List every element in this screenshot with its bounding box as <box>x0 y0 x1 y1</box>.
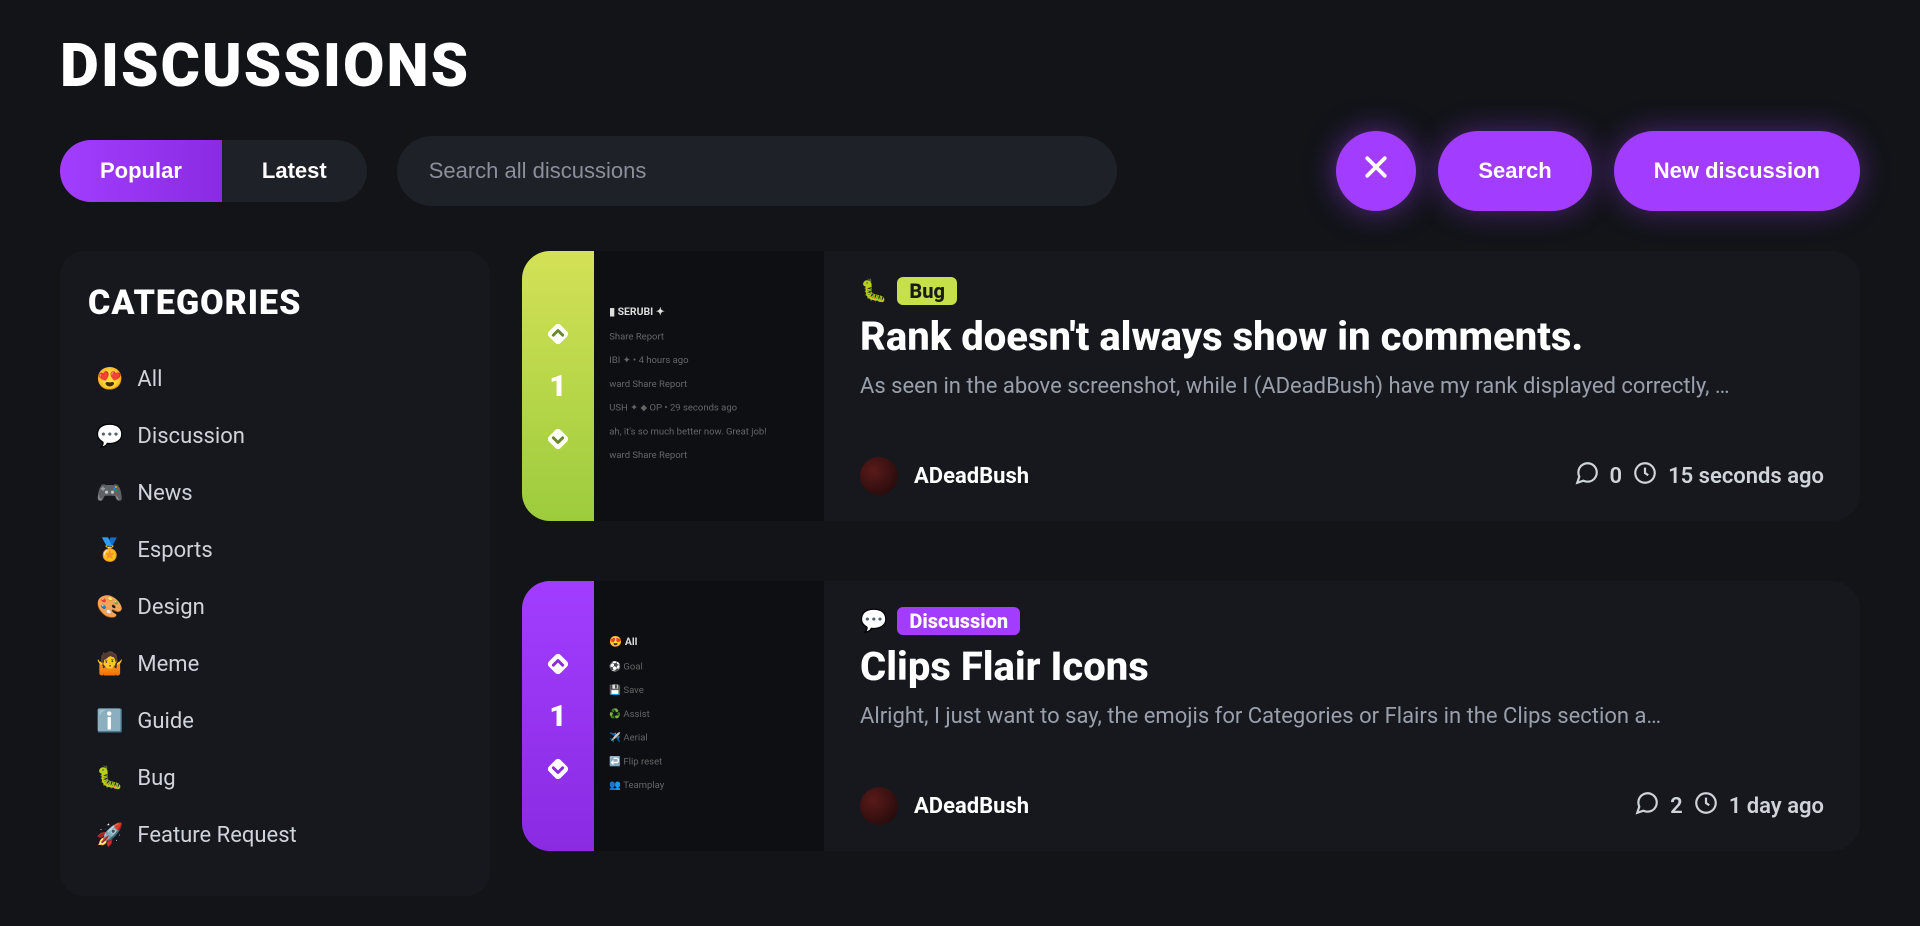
category-emoji: 💬 <box>96 424 123 449</box>
clear-search-button[interactable] <box>1336 131 1416 211</box>
category-emoji: 🎮 <box>96 481 123 506</box>
tab-popular[interactable]: Popular <box>60 140 222 202</box>
category-label: Discussion <box>137 424 245 449</box>
page-title: DISCUSSIONS <box>60 30 1860 101</box>
category-item[interactable]: ℹ️ Guide <box>88 693 462 750</box>
category-item[interactable]: 🏅 Esports <box>88 522 462 579</box>
tag-row: 🐛 Bug <box>860 277 1824 305</box>
search-button[interactable]: Search <box>1438 131 1591 211</box>
search-input[interactable] <box>397 136 1117 206</box>
category-label: Esports <box>137 538 212 563</box>
sidebar-title: CATEGORIES <box>88 283 462 323</box>
category-emoji: 😍 <box>96 367 123 392</box>
meta-right: 0 15 seconds ago <box>1574 460 1825 492</box>
discussion-list: 1 ▮ SERUBI ✦Share ReportIBI ✦ • 4 hours a… <box>522 251 1860 896</box>
category-item[interactable]: 🚀 Feature Request <box>88 807 462 864</box>
close-icon <box>1361 152 1391 190</box>
category-label: News <box>137 481 192 506</box>
tab-latest[interactable]: Latest <box>222 140 367 202</box>
category-badge[interactable]: Discussion <box>897 607 1020 635</box>
action-buttons: Search New discussion <box>1336 131 1860 211</box>
clock-icon <box>1693 790 1719 822</box>
category-label: Feature Request <box>137 823 296 848</box>
category-item[interactable]: 🎨 Design <box>88 579 462 636</box>
comment-count: 2 <box>1670 794 1683 819</box>
meta-right: 2 1 day ago <box>1634 790 1824 822</box>
sort-tabs: Popular Latest <box>60 140 367 202</box>
category-emoji: ℹ️ <box>96 709 123 734</box>
category-emoji: 🐛 <box>96 766 123 791</box>
comment-icon <box>1634 790 1660 822</box>
upvote-button[interactable] <box>543 319 573 349</box>
post-excerpt: Alright, I just want to say, the emojis … <box>860 704 1824 729</box>
post-body: 💬 Discussion Clips Flair Icons Alright, I j… <box>824 581 1860 851</box>
discussion-card[interactable]: 1 😍 All⚽ Goal💾 Save♻️ Assist✈️ Aerial↩️ F… <box>522 581 1860 851</box>
vote-score: 1 <box>549 369 566 404</box>
category-emoji: 🎨 <box>96 595 123 620</box>
category-label: Guide <box>137 709 194 734</box>
tag-emoji: 🐛 <box>860 279 887 304</box>
category-label: Meme <box>137 652 199 677</box>
category-emoji: 🏅 <box>96 538 123 563</box>
comment-count: 0 <box>1610 464 1623 489</box>
author-avatar[interactable] <box>860 457 898 495</box>
discussion-card[interactable]: 1 ▮ SERUBI ✦Share ReportIBI ✦ • 4 hours a… <box>522 251 1860 521</box>
vote-score: 1 <box>549 699 566 734</box>
post-thumbnail: ▮ SERUBI ✦Share ReportIBI ✦ • 4 hours ag… <box>594 251 824 521</box>
post-title[interactable]: Rank doesn't always show in comments. <box>860 313 1824 360</box>
search-wrap <box>397 136 1117 206</box>
categories-sidebar: CATEGORIES 😍 All 💬 Discussion 🎮 News 🏅 Esports 🎨… <box>60 251 490 896</box>
author-avatar[interactable] <box>860 787 898 825</box>
downvote-button[interactable] <box>543 754 573 784</box>
category-item[interactable]: 🎮 News <box>88 465 462 522</box>
post-meta: ADeadBush 2 1 day ago <box>860 787 1824 825</box>
post-body: 🐛 Bug Rank doesn't always show in comments… <box>824 251 1860 521</box>
category-item[interactable]: 💬 Discussion <box>88 408 462 465</box>
tag-row: 💬 Discussion <box>860 607 1824 635</box>
clock-icon <box>1632 460 1658 492</box>
post-time: 15 seconds ago <box>1668 464 1824 489</box>
top-bar: Popular Latest Search New discussion <box>60 131 1860 211</box>
category-item[interactable]: 😍 All <box>88 351 462 408</box>
post-thumbnail: 😍 All⚽ Goal💾 Save♻️ Assist✈️ Aerial↩️ Fl… <box>594 581 824 851</box>
category-emoji: 🚀 <box>96 823 123 848</box>
author-name[interactable]: ADeadBush <box>914 794 1029 819</box>
post-title[interactable]: Clips Flair Icons <box>860 643 1824 690</box>
category-label: All <box>137 367 162 392</box>
vote-column: 1 <box>522 251 594 521</box>
category-label: Design <box>137 595 204 620</box>
author-name[interactable]: ADeadBush <box>914 464 1029 489</box>
comment-icon <box>1574 460 1600 492</box>
category-badge[interactable]: Bug <box>897 277 957 305</box>
category-emoji: 🤷 <box>96 652 123 677</box>
vote-column: 1 <box>522 581 594 851</box>
post-time: 1 day ago <box>1729 794 1824 819</box>
tag-emoji: 💬 <box>860 609 887 634</box>
new-discussion-button[interactable]: New discussion <box>1614 131 1860 211</box>
downvote-button[interactable] <box>543 424 573 454</box>
post-meta: ADeadBush 0 15 seconds ago <box>860 457 1824 495</box>
category-label: Bug <box>137 766 175 791</box>
category-item[interactable]: 🤷 Meme <box>88 636 462 693</box>
post-excerpt: As seen in the above screenshot, while I… <box>860 374 1824 399</box>
main-layout: CATEGORIES 😍 All 💬 Discussion 🎮 News 🏅 Esports 🎨… <box>60 251 1860 896</box>
upvote-button[interactable] <box>543 649 573 679</box>
category-item[interactable]: 🐛 Bug <box>88 750 462 807</box>
